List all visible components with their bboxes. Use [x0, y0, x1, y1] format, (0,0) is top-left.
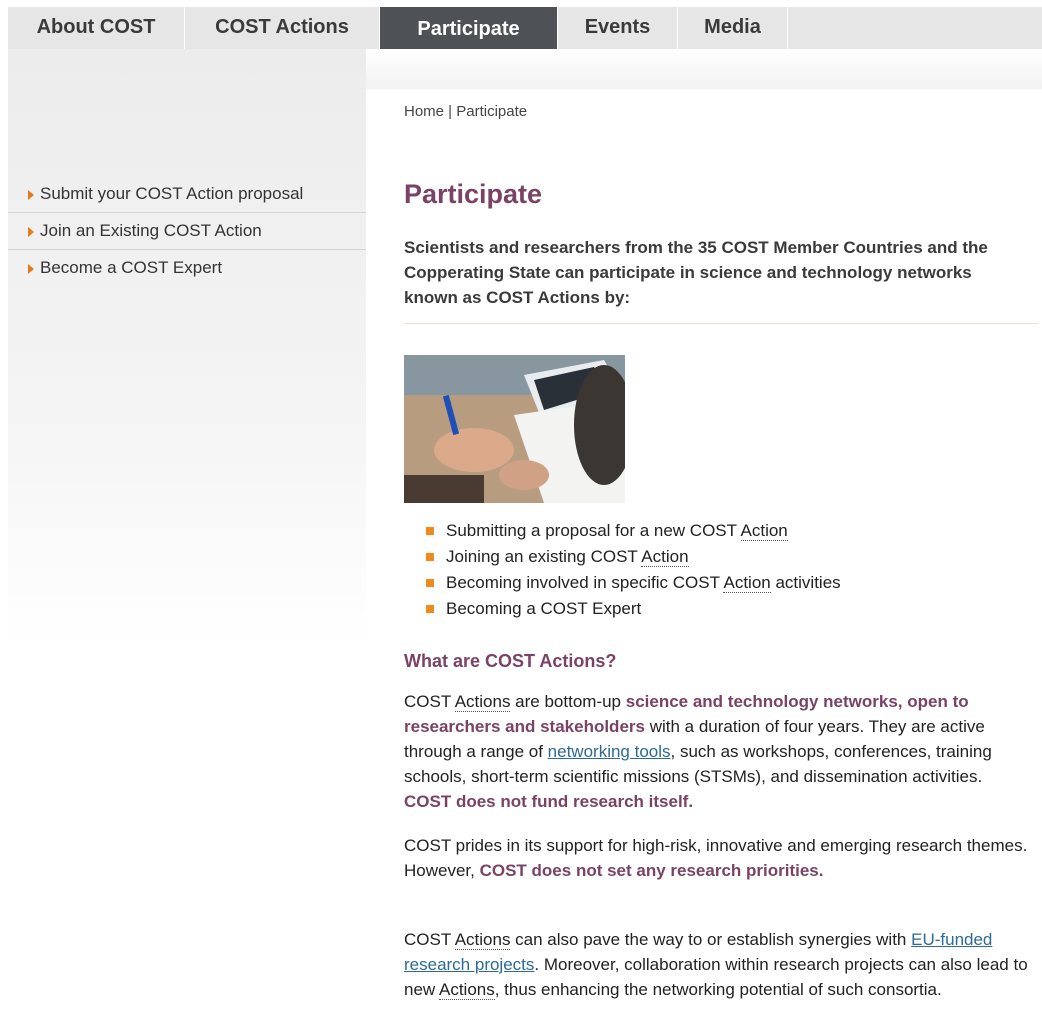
participation-list: Submitting a proposal for a new COST Act…: [426, 518, 841, 622]
abbr-action: Action: [641, 547, 689, 567]
sidebar-item-become-expert[interactable]: Become a COST Expert: [8, 250, 366, 286]
top-navigation: About COST COST Actions Participate Even…: [8, 7, 1042, 49]
list-item: Submitting a proposal for a new COST Act…: [426, 518, 841, 544]
page-title: Participate: [404, 179, 543, 209]
abbr-actions: Actions: [454, 692, 511, 712]
sidebar: Submit your COST Action proposal Join an…: [8, 49, 366, 649]
people-working-photo: [404, 355, 625, 503]
sidebar-item-label: Join an Existing COST Action: [40, 221, 262, 240]
highlight-text: COST does not set any research prioritie…: [479, 861, 824, 880]
sidebar-item-join-action[interactable]: Join an Existing COST Action: [8, 213, 366, 250]
sidebar-menu: Submit your COST Action proposal Join an…: [8, 176, 366, 286]
sidebar-item-submit-proposal[interactable]: Submit your COST Action proposal: [8, 176, 366, 213]
breadcrumb: Home | Participate: [404, 103, 527, 120]
abbr-action: Action: [740, 521, 788, 541]
breadcrumb-separator: |: [444, 103, 457, 120]
networking-tools-link[interactable]: networking tools: [548, 742, 671, 761]
section-title: What are COST Actions?: [404, 651, 617, 671]
abbr-actions: Actions: [454, 930, 511, 950]
tab-events[interactable]: Events: [558, 7, 678, 49]
tab-media[interactable]: Media: [678, 7, 788, 49]
tab-about-cost[interactable]: About COST: [8, 7, 185, 49]
paragraph-synergies: COST Actions can also pave the way to or…: [404, 930, 1028, 1000]
triangle-right-icon: [28, 264, 34, 274]
list-item: Joining an existing COST Action: [426, 544, 841, 570]
paragraph-research-themes: COST prides in its support for high-risk…: [404, 836, 1028, 880]
highlight-text: COST does not fund research itself.: [404, 792, 694, 811]
triangle-right-icon: [28, 190, 34, 200]
triangle-right-icon: [28, 227, 34, 237]
intro-text: Scientists and researchers from the 35 C…: [404, 238, 988, 307]
list-item: Becoming a COST Expert: [426, 596, 841, 622]
tab-participate[interactable]: Participate: [380, 7, 558, 49]
list-item: Becoming involved in specific COST Actio…: [426, 570, 841, 596]
abbr-actions: Actions: [438, 980, 495, 1000]
tab-cost-actions[interactable]: COST Actions: [185, 7, 380, 49]
sidebar-item-label: Submit your COST Action proposal: [40, 184, 304, 203]
divider: [404, 323, 1038, 324]
abbr-action: Action: [723, 573, 771, 593]
sidebar-item-label: Become a COST Expert: [40, 258, 223, 277]
paragraph-what-are-actions: COST Actions are bottom-up science and t…: [404, 692, 992, 811]
header-band: [366, 49, 1042, 89]
breadcrumb-home-link[interactable]: Home: [404, 103, 444, 120]
breadcrumb-current: Participate: [456, 103, 528, 120]
